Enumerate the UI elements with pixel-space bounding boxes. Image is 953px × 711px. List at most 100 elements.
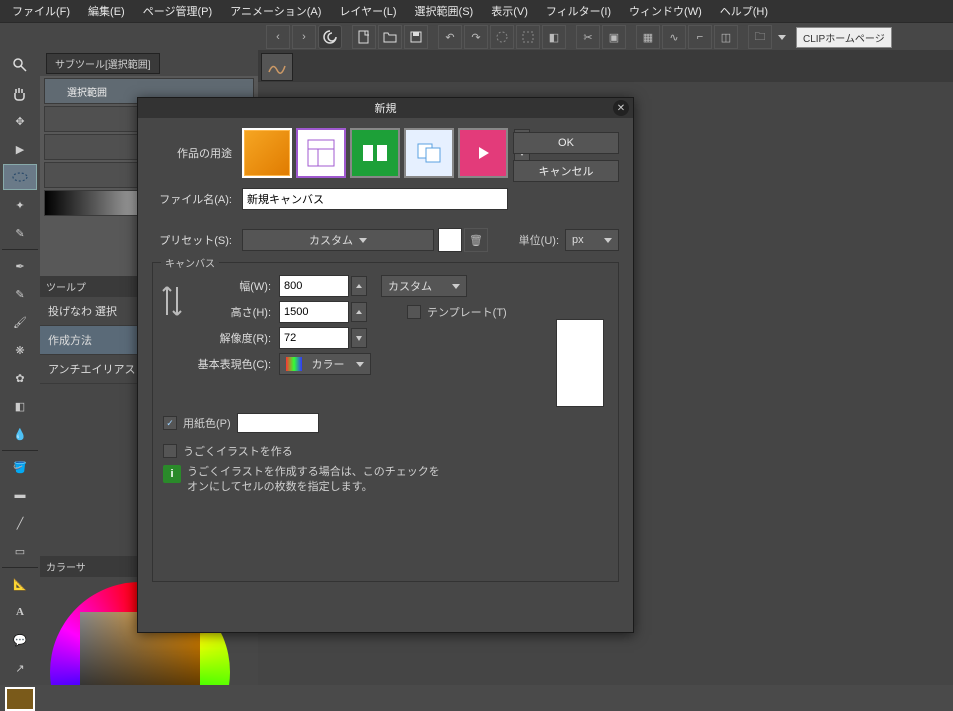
- chevron-left-icon[interactable]: ‹: [266, 25, 290, 49]
- height-label: 高さ(H):: [193, 304, 279, 320]
- filename-label: ファイル名(A):: [152, 191, 242, 207]
- new-document-dialog: 新規 ✕ OK キャンセル 作品の用途 ファイル名(A):: [137, 97, 634, 633]
- menu-edit[interactable]: 編集(E): [80, 0, 133, 22]
- menu-window[interactable]: ウィンドウ(W): [621, 0, 710, 22]
- save-icon[interactable]: [404, 25, 428, 49]
- animation-label: うごくイラストを作る: [183, 443, 293, 459]
- menu-view[interactable]: 表示(V): [483, 0, 536, 22]
- fill-icon[interactable]: ◧: [542, 25, 566, 49]
- pencil-tool-icon[interactable]: ✎: [3, 281, 37, 307]
- purpose-animation-icon[interactable]: [458, 128, 508, 178]
- purpose-illustration-icon[interactable]: [242, 128, 292, 178]
- clip-homepage-link[interactable]: CLIPホームページ: [796, 27, 892, 48]
- eyedropper-tool-icon[interactable]: ✎: [3, 220, 37, 246]
- ruler-icon[interactable]: ∿: [662, 25, 686, 49]
- snap-icon[interactable]: ⌐: [688, 25, 712, 49]
- resolution-dropdown[interactable]: [351, 328, 367, 348]
- paper-color-swatch[interactable]: [237, 413, 319, 433]
- perspective-icon[interactable]: ◫: [714, 25, 738, 49]
- width-label: 幅(W):: [193, 278, 279, 294]
- info-icon: i: [163, 465, 181, 483]
- height-input[interactable]: [279, 301, 349, 323]
- purpose-print-icon[interactable]: [350, 128, 400, 178]
- purpose-label: 作品の用途: [152, 145, 242, 161]
- airbrush-tool-icon[interactable]: ❋: [3, 337, 37, 363]
- text-tool-icon[interactable]: A: [3, 599, 37, 625]
- operation-tool-icon[interactable]: ▶: [3, 136, 37, 162]
- menu-filter[interactable]: フィルター(I): [538, 0, 619, 22]
- width-spinner[interactable]: [351, 276, 367, 296]
- dialog-title: 新規: [375, 100, 397, 116]
- filename-input[interactable]: [242, 188, 508, 210]
- menu-bar: ファイル(F) 編集(E) ページ管理(P) アニメーション(A) レイヤー(L…: [0, 0, 953, 22]
- frame-tool-icon[interactable]: ▭: [3, 538, 37, 564]
- unit-dropdown[interactable]: px: [565, 229, 619, 251]
- size-preset-dropdown[interactable]: カスタム: [381, 275, 467, 297]
- main-toolbar: ‹ › ↶ ↷ ◧ ✂ ▣ ▦ ∿ ⌐ ◫ 🗀 CLIPホームページ: [0, 22, 953, 52]
- subtool-tab-label: サブツール[選択範囲]: [55, 60, 151, 71]
- material-icon[interactable]: 🗀: [748, 25, 772, 49]
- crop-icon[interactable]: ✂: [576, 25, 600, 49]
- move-tool-icon[interactable]: ✥: [3, 108, 37, 134]
- menu-file[interactable]: ファイル(F): [4, 0, 78, 22]
- balloon-tool-icon[interactable]: 💬: [3, 627, 37, 653]
- height-spinner[interactable]: [351, 302, 367, 322]
- width-input[interactable]: [279, 275, 349, 297]
- chevron-down-icon[interactable]: [778, 35, 786, 40]
- new-file-icon[interactable]: [352, 25, 376, 49]
- cancel-button[interactable]: キャンセル: [513, 160, 619, 182]
- purpose-comic-icon[interactable]: [296, 128, 346, 178]
- correct-tool-icon[interactable]: ↗: [3, 655, 37, 681]
- canvas-fieldset: キャンバス 幅(W): カスタム 高さ(H): テンプレート(T): [152, 262, 619, 582]
- pen-tool-icon[interactable]: ✒: [3, 253, 37, 279]
- color-swatch[interactable]: [5, 687, 35, 711]
- canvas-preview: [556, 319, 604, 407]
- menu-animation[interactable]: アニメーション(A): [222, 0, 329, 22]
- blend-tool-icon[interactable]: 💧: [3, 421, 37, 447]
- canvas-legend: キャンバス: [161, 255, 219, 270]
- fill-tool-icon[interactable]: 🪣: [3, 454, 37, 480]
- unit-value: px: [572, 234, 584, 246]
- preset-dropdown[interactable]: カスタム: [242, 229, 434, 251]
- brush-tool-icon[interactable]: 🖌: [3, 309, 37, 335]
- decoration-tool-icon[interactable]: ✿: [3, 365, 37, 391]
- menu-selection[interactable]: 選択範囲(S): [407, 0, 482, 22]
- wand-tool-icon[interactable]: ✦: [3, 192, 37, 218]
- trash-icon[interactable]: 🗑: [464, 228, 488, 252]
- preset-label: プリセット(S):: [152, 232, 242, 248]
- gradient-tool-icon[interactable]: ▬: [3, 482, 37, 508]
- transform-icon[interactable]: ▣: [602, 25, 626, 49]
- preset-save-icon[interactable]: [438, 228, 462, 252]
- color-bars-icon: [286, 357, 302, 371]
- template-checkbox[interactable]: [407, 305, 421, 319]
- grid-icon[interactable]: ▦: [636, 25, 660, 49]
- spiral-icon[interactable]: [318, 25, 342, 49]
- colormode-label: 基本表現色(C):: [193, 356, 279, 372]
- clear-icon[interactable]: [490, 25, 514, 49]
- magnifier-tool-icon[interactable]: [3, 52, 37, 78]
- selection-tool-icon[interactable]: [3, 164, 37, 190]
- document-tab[interactable]: [261, 53, 293, 81]
- colormode-dropdown[interactable]: カラー: [279, 353, 371, 375]
- redo-icon[interactable]: ↷: [464, 25, 488, 49]
- undo-icon[interactable]: ↶: [438, 25, 462, 49]
- menu-page[interactable]: ページ管理(P): [135, 0, 220, 22]
- subtool-tab[interactable]: サブツール[選択範囲]: [46, 53, 160, 74]
- resolution-input[interactable]: [279, 327, 349, 349]
- ruler-tool-icon[interactable]: 📐: [3, 571, 37, 597]
- animation-checkbox[interactable]: [163, 444, 177, 458]
- purpose-photo-icon[interactable]: [404, 128, 454, 178]
- chevron-right-icon[interactable]: ›: [292, 25, 316, 49]
- swap-dimensions-icon[interactable]: [161, 281, 183, 321]
- close-icon[interactable]: ✕: [613, 100, 629, 116]
- dialog-titlebar[interactable]: 新規 ✕: [138, 98, 633, 118]
- figure-tool-icon[interactable]: ╱: [3, 510, 37, 536]
- open-folder-icon[interactable]: [378, 25, 402, 49]
- menu-help[interactable]: ヘルプ(H): [712, 0, 776, 22]
- outside-icon[interactable]: [516, 25, 540, 49]
- eraser-tool-icon[interactable]: ◧: [3, 393, 37, 419]
- paper-color-checkbox[interactable]: [163, 416, 177, 430]
- ok-button[interactable]: OK: [513, 132, 619, 154]
- menu-layer[interactable]: レイヤー(L): [331, 0, 404, 22]
- hand-tool-icon[interactable]: [3, 80, 37, 106]
